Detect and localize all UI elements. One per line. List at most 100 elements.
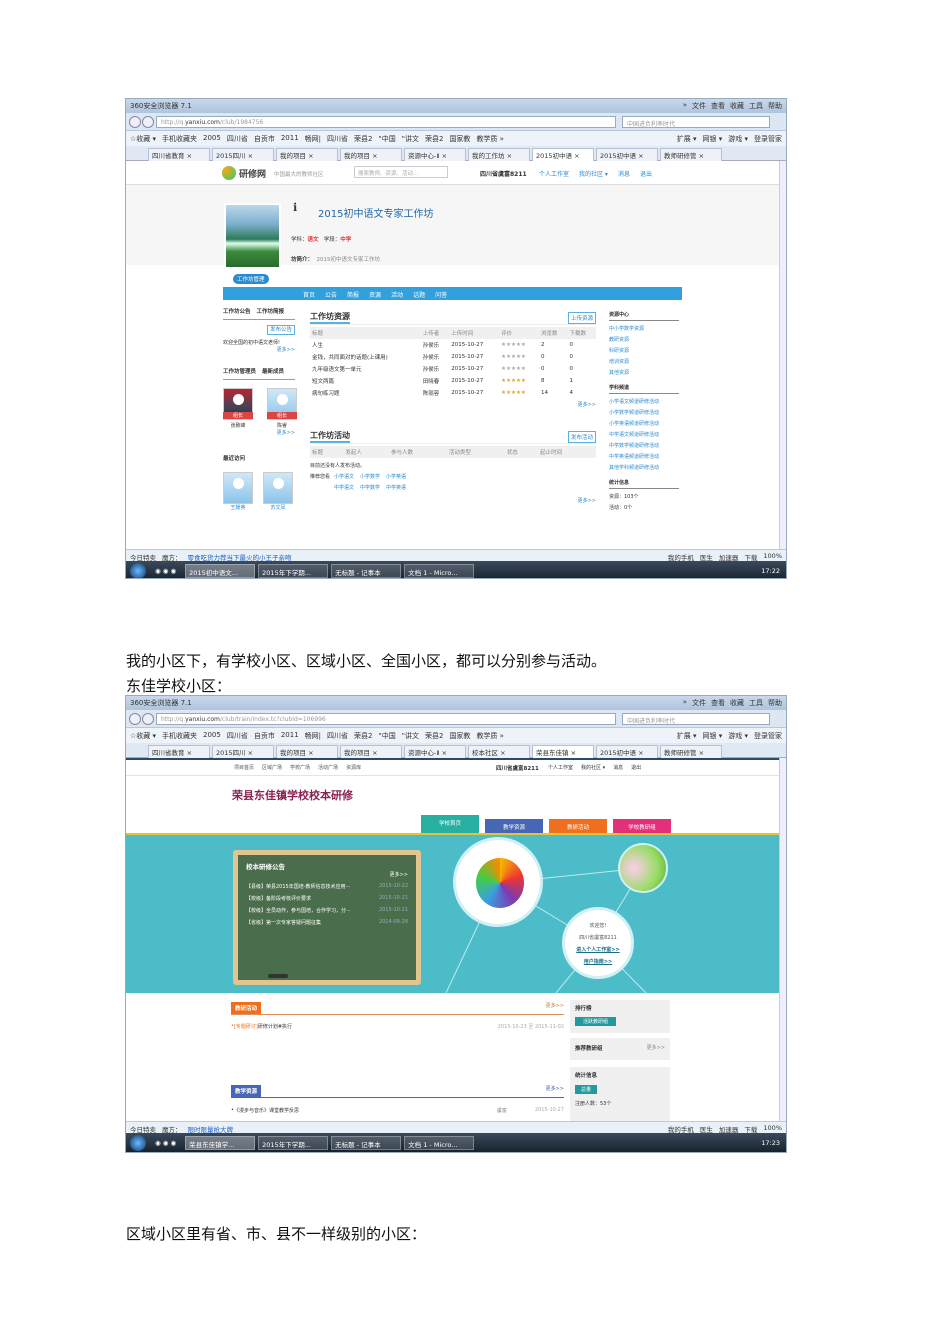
taskbar-item[interactable]: 文档 1 - Micro... [404, 1136, 475, 1150]
statusbar-tool[interactable]: 医生 [700, 1124, 713, 1134]
notice-tab[interactable]: 工作坊公告 [223, 307, 251, 315]
workshop-nav-item[interactable]: 问答 [435, 290, 447, 300]
statusbar-item[interactable]: 今日特卖 [130, 1124, 156, 1134]
browser-tab[interactable]: 2015初中语 × [532, 148, 594, 161]
bookmark-item[interactable]: "中国 [379, 731, 396, 740]
url-input[interactable]: http://q.yanxiu.com/club/1984756 [156, 116, 616, 128]
toolbar-extension-item[interactable]: 游戏 ▾ [728, 731, 748, 740]
recommend-link[interactable]: 中学英语 [386, 484, 406, 491]
admin-card[interactable]: 组长 陈睿 [267, 388, 297, 429]
browser-menu-item[interactable]: 收藏 [730, 101, 744, 111]
notice-tab[interactable]: 工作坊简报 [257, 307, 285, 315]
site-header-link[interactable]: 消息 [618, 169, 630, 178]
browser-menu-item[interactable]: 工具 [749, 101, 763, 111]
forward-button[interactable] [142, 116, 154, 128]
browser-tab[interactable]: 四川省教育 × [148, 745, 210, 758]
browser-tab[interactable]: 我的项目 × [276, 745, 338, 758]
bookmark-item[interactable]: 国家教 [449, 134, 470, 143]
notice-item[interactable]: 【校级】全员动作，参与国培，合作学习，分··· 2015-10-21 [246, 907, 408, 914]
bookmark-item[interactable]: "中国 [379, 134, 396, 143]
statusbar-item[interactable]: 魔方： [162, 1124, 182, 1134]
taskbar-item[interactable]: 无标题 - 记事本 [331, 564, 402, 578]
back-button[interactable] [129, 116, 141, 128]
bookmark-item[interactable]: "讲文 [402, 731, 419, 740]
workshop-manage-button[interactable]: 工作坊管理 [233, 274, 269, 284]
bookmark-item[interactable]: 自贡市 [254, 731, 275, 740]
notice-item[interactable]: 【校级】备阶段考核评价要求 2015-10-21 [246, 895, 408, 902]
site-search-input[interactable]: 搜索教师、资源、活动... [354, 166, 448, 178]
resource-center-link[interactable]: 培训资源 [609, 358, 679, 365]
start-button[interactable] [130, 1135, 146, 1151]
top-nav-link[interactable]: 资源库 [346, 764, 361, 771]
bookmark-item[interactable]: 四川省 [327, 134, 348, 143]
browser-tab[interactable]: 荣县东佳镇 × [532, 745, 594, 758]
bookmark-item[interactable]: 四川省 [227, 731, 248, 740]
user-nav-link[interactable]: 我的社区 ▾ [581, 764, 605, 771]
resource-center-link[interactable]: 其他资源 [609, 369, 679, 376]
bookmark-item[interactable]: 畅网| [305, 731, 321, 740]
post-notice-button[interactable]: 发布公告 [266, 325, 295, 335]
browser-tab[interactable]: 我的工作坊 × [468, 148, 530, 161]
statusbar-tool[interactable]: 加速器 [719, 1124, 739, 1134]
browser-menu-item[interactable]: 查看 [711, 101, 725, 111]
statusbar-item[interactable]: 今日特卖 [130, 552, 156, 562]
school-tab[interactable]: 学校首页 [421, 815, 479, 833]
workshop-nav-item[interactable]: 资源 [369, 290, 381, 300]
table-row[interactable]: 金钱，共同面对的话题(上课用) 孙侯乐 2015-10-27 ★★★★★ 0 0 [310, 351, 596, 363]
post-activity-button[interactable]: 发布活动 [567, 430, 596, 443]
site-header-link[interactable]: 退出 [640, 169, 652, 178]
admin-card[interactable]: 组长 张致峰 [223, 388, 253, 429]
teaching-resources-more-link[interactable]: 更多>> [546, 1085, 564, 1097]
bookmark-item[interactable]: 畅网| [305, 134, 321, 143]
browser-tab[interactable]: 我的项目 × [340, 745, 402, 758]
page-scrollbar[interactable] [779, 758, 786, 1121]
browser-tab[interactable]: 教师研修管 × [660, 745, 722, 758]
recommend-groups-more-link[interactable]: 更多>> [647, 1044, 665, 1054]
bookmark-item[interactable]: 教学质 » [476, 731, 504, 740]
subject-channel-link[interactable]: 小学语文频道研修活动 [609, 398, 679, 405]
forward-button[interactable] [142, 713, 154, 725]
browser-tab[interactable]: 校本社区 × [468, 745, 530, 758]
browser-tab[interactable]: 2015初中语 × [596, 745, 658, 758]
upload-resource-button[interactable]: 上传资源 [567, 311, 596, 324]
browser-search-input[interactable]: 中国进负利率时代 [622, 713, 770, 725]
subject-channel-link[interactable]: 小学数学频道研修活动 [609, 409, 679, 416]
active-groups-button[interactable]: 活跃教研组 [575, 1017, 617, 1026]
bookmark-item[interactable]: 荣县2 [425, 731, 443, 740]
browser-search-input[interactable]: 中国进负利率时代 [622, 116, 770, 128]
site-header-link[interactable]: 我的社区 ▾ [579, 169, 608, 178]
recommend-link[interactable]: 小学数学 [360, 473, 380, 480]
user-nav-link[interactable]: 消息 [613, 764, 623, 771]
page-scrollbar[interactable] [779, 161, 786, 549]
bookmark-item[interactable]: 四川省 [227, 134, 248, 143]
workshop-nav-item[interactable]: 公告 [325, 290, 337, 300]
top-nav-link[interactable]: 区域广场 [262, 764, 282, 771]
statusbar-tool[interactable]: 100% [763, 552, 782, 560]
recommend-link[interactable]: 小学语文 [334, 473, 354, 480]
member-tab[interactable]: 最新成员 [262, 367, 284, 375]
bookmark-item[interactable]: 荣县2 [354, 134, 372, 143]
back-button[interactable] [129, 713, 141, 725]
site-header-link[interactable]: 个人工作室 [539, 169, 569, 178]
resource-center-link[interactable]: 教研资源 [609, 336, 679, 343]
browser-tab[interactable]: 资源中心-Ⅱ × [404, 148, 466, 161]
toolbar-extension-item[interactable]: 扩展 ▾ [677, 134, 697, 143]
browser-menu-item[interactable]: 工具 [749, 698, 763, 708]
toolbar-extension-item[interactable]: 网银 ▾ [703, 731, 723, 740]
quicklaunch-icons[interactable]: ◉ ◉ ◉ [155, 567, 176, 575]
statusbar-tool[interactable]: 我的手机 [668, 1124, 694, 1134]
url-input[interactable]: http://q.yanxiu.com/club/train/index.tc?… [156, 713, 616, 725]
subject-channel-link[interactable]: 小学英语频道研修活动 [609, 420, 679, 427]
blackboard-more-link[interactable]: 更多>> [246, 871, 408, 878]
personal-studio-link[interactable]: 进入个人工作室>> [565, 946, 631, 953]
top-nav-link[interactable]: 学校广场 [290, 764, 310, 771]
bookmark-item[interactable]: 荣县2 [354, 731, 372, 740]
toolbar-extension-item[interactable]: 扩展 ▾ [677, 731, 697, 740]
bookmark-item[interactable]: 手机收藏夹 [162, 731, 197, 740]
visitor-card[interactable]: 苏文凤 [263, 472, 293, 511]
school-tab[interactable]: 教研活动 [549, 819, 607, 833]
bookmark-item[interactable]: 国家教 [449, 731, 470, 740]
stats-total-tab[interactable]: 总量 [575, 1085, 598, 1094]
browser-menu-item[interactable]: 查看 [711, 698, 725, 708]
browser-tab[interactable]: 2015初中语 × [596, 148, 658, 161]
